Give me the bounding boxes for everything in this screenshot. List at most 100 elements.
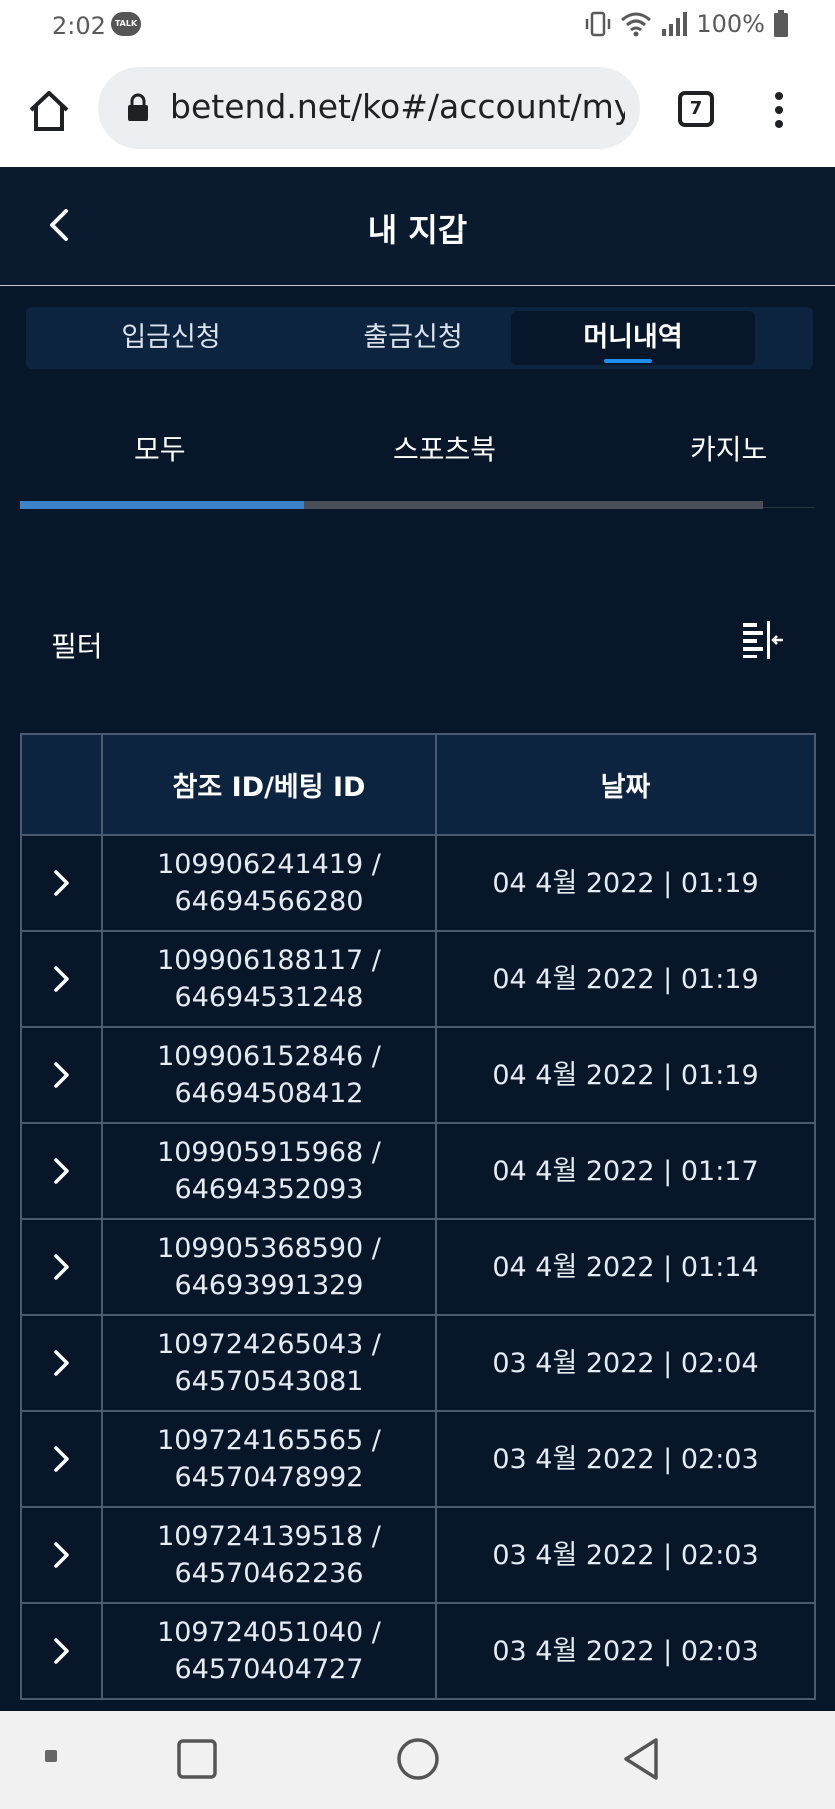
table-row[interactable]: 109906152846 / 64694508412 04 4월 2022 | 01… — [20, 1028, 816, 1124]
ref-bet-id-cell: 109724139518 / 64570462236 — [103, 1508, 437, 1602]
subtab-active-indicator — [20, 501, 304, 509]
bet-id: 64694531248 — [174, 982, 364, 1013]
date-cell: 04 4월 2022 | 01:19 — [492, 963, 759, 995]
android-nav-bar — [0, 1711, 835, 1809]
bet-id: 64570404727 — [174, 1654, 364, 1685]
table-row[interactable]: 109906241419 / 64694566280 04 4월 2022 | 01… — [20, 836, 816, 932]
table-body: 109906241419 / 64694566280 04 4월 2022 | 01… — [20, 836, 816, 1700]
ref-id: 109905915968 / — [157, 1137, 381, 1168]
date-cell: 04 4월 2022 | 01:19 — [492, 867, 759, 899]
expand-row-button[interactable] — [22, 836, 103, 930]
bet-id: 64570478992 — [174, 1462, 364, 1493]
table-row[interactable]: 109905915968 / 64694352093 04 4월 2022 | 01… — [20, 1124, 816, 1220]
table-row[interactable]: 109724051040 / 64570404727 03 4월 2022 | 02… — [20, 1604, 816, 1700]
date-cell: 04 4월 2022 | 01:14 — [492, 1251, 759, 1283]
ref-bet-id-cell: 109724165565 / 64570478992 — [103, 1412, 437, 1506]
recents-icon[interactable] — [176, 1738, 218, 1780]
chevron-right-icon — [53, 1350, 69, 1376]
expand-row-button[interactable] — [22, 1412, 103, 1506]
subtab-all[interactable]: 모두 — [134, 428, 186, 468]
bet-id: 64694352093 — [174, 1174, 364, 1205]
date-cell: 04 4월 2022 | 01:19 — [492, 1059, 759, 1091]
expand-row-button[interactable] — [22, 1508, 103, 1602]
table-row[interactable]: 109724265043 / 64570543081 03 4월 2022 | 02… — [20, 1316, 816, 1412]
date-cell: 03 4월 2022 | 02:03 — [492, 1635, 759, 1667]
url-text: betend.net/ko#/account/my- — [170, 87, 625, 126]
lock-icon — [128, 93, 148, 121]
page-title: 내 지갑 — [367, 211, 468, 249]
status-bar: 2:02 TALK 100% — [0, 0, 835, 52]
wallet-tabs: 입금신청 출금신청 머니내역 — [26, 307, 813, 369]
chevron-right-icon — [53, 1158, 69, 1184]
expand-row-button[interactable] — [22, 932, 103, 1026]
tab-money-history-label: 머니내역 — [583, 322, 683, 353]
tab-withdraw[interactable]: 출금신청 — [292, 311, 534, 365]
chevron-right-icon — [53, 1254, 69, 1280]
expand-row-button[interactable] — [22, 1124, 103, 1218]
active-tab-indicator — [604, 359, 652, 363]
home-nav-icon[interactable] — [396, 1737, 440, 1781]
bet-id: 64694508412 — [174, 1078, 364, 1109]
chevron-right-icon — [53, 1062, 69, 1088]
ref-id: 109724165565 / — [157, 1425, 381, 1456]
ref-id: 109906152846 / — [157, 1041, 381, 1072]
bet-id: 64694566280 — [174, 886, 364, 917]
home-icon[interactable] — [26, 88, 72, 134]
ref-bet-id-cell: 109905915968 / 64694352093 — [103, 1124, 437, 1218]
table-row[interactable]: 109905368590 / 64693991329 04 4월 2022 | 01… — [20, 1220, 816, 1316]
subtab-divider — [763, 507, 815, 508]
filter-toggle-icon[interactable] — [741, 620, 785, 660]
expand-row-button[interactable] — [22, 1604, 103, 1698]
status-time: 2:02 — [52, 12, 106, 40]
back-nav-icon[interactable] — [620, 1736, 662, 1782]
chevron-right-icon — [53, 966, 69, 992]
address-bar[interactable]: betend.net/ko#/account/my- — [98, 67, 640, 149]
expand-row-button[interactable] — [22, 1028, 103, 1122]
battery-icon — [774, 10, 788, 37]
table-row[interactable]: 109906188117 / 64694531248 04 4월 2022 | 01… — [20, 932, 816, 1028]
date-cell: 03 4월 2022 | 02:04 — [492, 1347, 759, 1379]
ref-bet-id-cell: 109906241419 / 64694566280 — [103, 836, 437, 930]
date-cell: 03 4월 2022 | 02:03 — [492, 1539, 759, 1571]
subtab-casino[interactable]: 카지노 — [690, 428, 767, 468]
battery-percent: 100% — [696, 10, 765, 38]
ref-id: 109724139518 / — [157, 1521, 381, 1552]
app-header: 내 지갑 — [0, 167, 835, 286]
expand-row-button[interactable] — [22, 1220, 103, 1314]
table-row[interactable]: 109724139518 / 64570462236 03 4월 2022 | 02… — [20, 1508, 816, 1604]
ref-bet-id-cell: 109724051040 / 64570404727 — [103, 1604, 437, 1698]
date-cell: 03 4월 2022 | 02:03 — [492, 1443, 759, 1475]
tab-switcher-button[interactable]: 7 — [678, 91, 714, 127]
date-cell: 04 4월 2022 | 01:17 — [492, 1155, 759, 1187]
subtab-sportsbook[interactable]: 스포츠북 — [393, 428, 496, 468]
chevron-right-icon — [53, 1638, 69, 1664]
nav-dot-icon — [45, 1750, 57, 1762]
chevron-right-icon — [53, 1446, 69, 1472]
expand-row-button[interactable] — [22, 1316, 103, 1410]
tab-money-history[interactable]: 머니내역 — [511, 311, 755, 365]
ref-id: 109724265043 / — [157, 1329, 381, 1360]
tab-deposit[interactable]: 입금신청 — [50, 311, 292, 365]
more-menu-icon[interactable] — [764, 89, 794, 129]
bet-id: 64570543081 — [174, 1366, 364, 1397]
header-date: 날짜 — [600, 772, 651, 803]
wifi-icon — [621, 12, 652, 37]
header-ref-id: 참조 ID/베팅 ID — [103, 735, 437, 834]
header-expand — [22, 735, 103, 834]
ref-bet-id-cell: 109724265043 / 64570543081 — [103, 1316, 437, 1410]
filter-label: 필터 — [51, 630, 103, 663]
chevron-right-icon — [53, 1542, 69, 1568]
ref-bet-id-cell: 109906152846 / 64694508412 — [103, 1028, 437, 1122]
vibrate-icon — [586, 11, 611, 37]
ref-bet-id-cell: 109905368590 / 64693991329 — [103, 1220, 437, 1314]
table-row[interactable]: 109724165565 / 64570478992 03 4월 2022 | 02… — [20, 1412, 816, 1508]
ref-id: 109905368590 / — [157, 1233, 381, 1264]
money-history-table: 참조 ID/베팅 ID 날짜 109906241419 / 64694566280… — [20, 733, 816, 1700]
table-header: 참조 ID/베팅 ID 날짜 — [20, 733, 816, 836]
bet-id: 64693991329 — [174, 1270, 364, 1301]
browser-toolbar: betend.net/ko#/account/my- 7 — [0, 52, 835, 167]
ref-bet-id-cell: 109906188117 / 64694531248 — [103, 932, 437, 1026]
ref-id: 109906241419 / — [157, 849, 381, 880]
ref-id: 109724051040 / — [157, 1617, 381, 1648]
kakaotalk-icon: TALK — [111, 12, 141, 36]
